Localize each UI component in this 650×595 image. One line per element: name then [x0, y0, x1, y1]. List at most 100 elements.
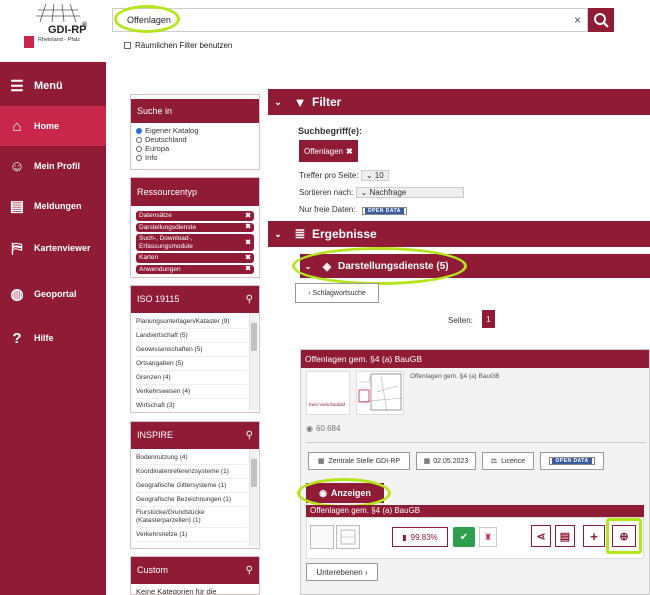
- search-term-chip[interactable]: Offenlagen ✖: [299, 140, 358, 162]
- remove-icon[interactable]: ✖: [346, 147, 353, 156]
- remove-icon[interactable]: ✖: [245, 254, 251, 262]
- resource-chip[interactable]: Darstellungsdienste ✖: [136, 222, 254, 232]
- scrollbar[interactable]: [249, 313, 258, 410]
- card-title[interactable]: Offenlagen gem. §4 (a) BauGB: [301, 350, 649, 368]
- sidebar-item-geoportal[interactable]: ◍ Geoportal: [0, 274, 106, 314]
- custom-text: Keine Kategorien für die: [136, 587, 217, 595]
- radio-dot[interactable]: [136, 145, 142, 152]
- list-item[interactable]: Verkehrswesen (4): [136, 385, 247, 399]
- list-item[interactable]: Bodennutzung (4): [136, 451, 247, 465]
- layer-thumbnail[interactable]: [310, 525, 334, 549]
- filter-bar[interactable]: ⌄ ▼ Filter: [268, 89, 650, 115]
- search-button[interactable]: [588, 8, 614, 32]
- sidebar-item-profile[interactable]: ☺ Mein Profil: [0, 146, 106, 186]
- divider: [306, 442, 646, 443]
- radio-deutschland[interactable]: Deutschland: [136, 135, 254, 144]
- zoom-in-icon[interactable]: ⊕: [612, 525, 636, 547]
- calendar-icon: ▦: [423, 458, 431, 465]
- no-preview-label: Kein Vorschaubild: [309, 402, 346, 407]
- page-1-button[interactable]: 1: [482, 310, 495, 328]
- radio-dot[interactable]: [136, 154, 142, 161]
- view-count-value: 60.684: [315, 424, 341, 433]
- suchbegriff-label: Suchbegriff(e):: [298, 126, 362, 136]
- licence-button[interactable]: ⚖ Licence: [482, 452, 534, 470]
- thumbnail-placeholder[interactable]: Kein Vorschaubild: [306, 371, 350, 415]
- search-icon[interactable]: ⚲: [246, 557, 253, 584]
- scrollbar-thumb[interactable]: [251, 323, 257, 351]
- list-item[interactable]: Verkehrsnetze (1): [136, 528, 247, 542]
- legend-thumbnail[interactable]: [336, 525, 360, 549]
- open-data-toggle[interactable]: OPEN DATA: [361, 207, 407, 215]
- scrollbar[interactable]: [249, 449, 258, 546]
- geo-filter-checkbox[interactable]: Räumlichen Filter benutzen: [124, 41, 232, 50]
- sidebar-item-mapviewer[interactable]: ⛿ Kartenviewer: [0, 228, 106, 268]
- search-icon[interactable]: ⚲: [246, 422, 253, 449]
- remove-icon[interactable]: ✖: [245, 212, 251, 220]
- sublayers-label: Unterebenen: [316, 567, 363, 577]
- custom-title: Custom ⚲: [131, 557, 259, 584]
- category-bar[interactable]: ⌄ ◈ Darstellungsdienste (5): [300, 254, 650, 278]
- radio-dot[interactable]: [136, 136, 142, 143]
- layer-title[interactable]: Offenlagen gem. §4 (a) BauGB: [306, 505, 644, 517]
- clear-icon[interactable]: ×: [574, 13, 581, 27]
- checkbox-box[interactable]: [124, 42, 131, 49]
- sort-value: Nachfrage: [369, 188, 407, 197]
- list-item[interactable]: Flurstücke/Grundstücke (Katasterparzelle…: [136, 507, 247, 528]
- list-item[interactable]: Geowissenschaften (5): [136, 343, 247, 357]
- search-input[interactable]: Offenlagen ×: [112, 8, 588, 32]
- radio-europa[interactable]: Europa: [136, 144, 254, 153]
- list-item[interactable]: Geografische Bezeichnungen (1): [136, 493, 247, 507]
- list-item[interactable]: Ortsangaben (5): [136, 357, 247, 371]
- per-page-select[interactable]: ⌄ 10: [360, 170, 389, 181]
- availability-badge[interactable]: ▮ 99.83%: [392, 527, 448, 547]
- remove-icon[interactable]: ✖: [245, 266, 251, 274]
- remove-icon[interactable]: ✖: [245, 239, 251, 247]
- check-icon[interactable]: ✔: [453, 527, 475, 547]
- list-item[interactable]: Koordinatenreferenzsysteme (1): [136, 465, 247, 479]
- keyword-search-button[interactable]: › Schlagwortsuche: [295, 283, 379, 303]
- resource-chip[interactable]: Such-, Download-, Erfassungsmodule ✖: [136, 234, 254, 251]
- coat-of-arms-icon[interactable]: ♜: [479, 527, 497, 547]
- hamburger-icon: ☰: [10, 78, 24, 95]
- sidebar-item-home[interactable]: ⌂ Home: [0, 106, 106, 146]
- date-button[interactable]: ▦ 02.05.2023: [416, 452, 476, 470]
- radio-dot[interactable]: [136, 127, 142, 134]
- list-item[interactable]: Landwirtschaft (5): [136, 329, 247, 343]
- search-icon[interactable]: ⚲: [246, 286, 253, 313]
- filter-icon: ▼: [293, 94, 307, 110]
- radio-label: Europa: [145, 144, 170, 153]
- sidebar-item-news[interactable]: ▤ Meldungen: [0, 186, 106, 226]
- list-item[interactable]: Geografische Gittersysteme (1): [136, 479, 247, 493]
- list-item[interactable]: Wirtschaft (3): [136, 399, 247, 412]
- sort-label: Sortieren nach:: [299, 188, 354, 197]
- list-item[interactable]: Grenzen (4): [136, 371, 247, 385]
- org-button[interactable]: ▦ Zentrale Stelle GDI-RP: [308, 452, 410, 470]
- search-value: Offenlagen: [127, 15, 171, 25]
- add-icon[interactable]: +: [583, 525, 605, 547]
- remove-icon[interactable]: ✖: [245, 224, 251, 232]
- list-item[interactable]: Planungsunterlagen/Kataster (9): [136, 315, 247, 329]
- menu-toggle[interactable]: ☰ Menü: [0, 66, 106, 106]
- globe-icon: ◍: [10, 286, 24, 303]
- results-bar[interactable]: ⌄ ≣ Ergebnisse: [268, 221, 650, 247]
- radio-eigener-katalog[interactable]: Eigener Katalog: [136, 126, 254, 135]
- resource-chip[interactable]: Karten ✖: [136, 253, 254, 263]
- help-icon: ?: [12, 329, 22, 347]
- radio-info[interactable]: Info: [136, 153, 254, 162]
- document-icon[interactable]: ▤: [555, 525, 575, 547]
- share-icon[interactable]: ⋖: [531, 525, 551, 547]
- licence-label: Licence: [501, 457, 526, 465]
- scrollbar-thumb[interactable]: [251, 459, 257, 487]
- sort-select[interactable]: ⌄ Nachfrage: [355, 187, 464, 198]
- resource-chip[interactable]: Anwendungen ✖: [136, 264, 254, 274]
- map-thumbnail[interactable]: [356, 371, 404, 415]
- gdi-rp-logo[interactable]: GDI-RP ® Rheinland - Pfalz: [18, 3, 98, 56]
- sublayers-button[interactable]: Unterebenen ›: [306, 563, 378, 581]
- show-button[interactable]: ◉ Anzeigen: [306, 483, 384, 503]
- open-data-badge[interactable]: OPEN DATA: [540, 452, 604, 470]
- building-icon: ▦: [317, 458, 325, 465]
- sidebar-item-help[interactable]: ? Hilfe: [0, 318, 106, 358]
- results-title: Ergebnisse: [312, 227, 377, 241]
- resource-chip[interactable]: Datensätze ✖: [136, 211, 254, 221]
- per-page-row: Treffer pro Seite: ⌄ 10: [299, 170, 389, 181]
